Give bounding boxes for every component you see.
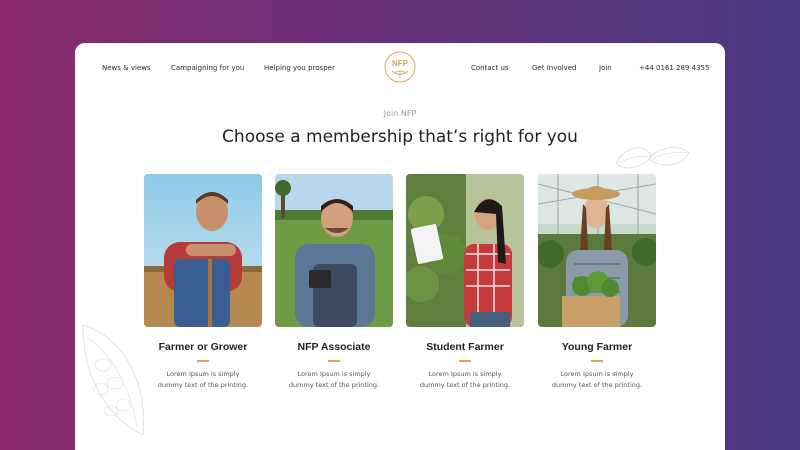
hero-eyebrow: Join NFP (383, 109, 417, 118)
nav-helping-prosper[interactable]: Helping you prosper (264, 64, 335, 72)
title-divider (459, 360, 471, 362)
nav-campaigning[interactable]: Campaigning for you (171, 64, 244, 72)
nav-contact-us[interactable]: Contact us (471, 64, 509, 72)
title-divider (197, 360, 209, 362)
card-title: Student Farmer (426, 341, 504, 353)
top-nav: News & views Campaigning for you Helping… (75, 43, 725, 93)
student-photo (406, 174, 524, 327)
card-title: NFP Associate (297, 341, 371, 353)
membership-card-student-farmer[interactable]: Student Farmer Lorem Ipsum is simply dum… (406, 174, 524, 391)
card-description: Lorem Ipsum is simply dummy text of the … (419, 370, 511, 389)
nfp-logo[interactable]: NFP (383, 51, 417, 83)
membership-card-farmer-grower[interactable]: Farmer or Grower Lorem Ipsum is simply d… (144, 174, 262, 391)
card-title: Farmer or Grower (158, 341, 248, 353)
nav-news-views[interactable]: News & views (102, 64, 151, 72)
cocoa-pod-decoration-icon (82, 324, 144, 436)
card-description: Lorem Ipsum is simply dummy text of the … (157, 370, 249, 389)
card-description: Lorem Ipsum is simply dummy text of the … (551, 370, 643, 389)
young-farmer-photo (538, 174, 656, 327)
nav-join[interactable]: Join (599, 64, 612, 72)
title-divider (328, 360, 340, 362)
membership-card-young-farmer[interactable]: Young Farmer Lorem Ipsum is simply dummy… (538, 174, 656, 391)
page-card: News & views Campaigning for you Helping… (75, 43, 725, 450)
card-description: Lorem Ipsum is simply dummy text of the … (288, 370, 380, 389)
associate-photo (275, 174, 393, 327)
card-title: Young Farmer (561, 341, 633, 353)
nav-get-involved[interactable]: Get Involved (532, 64, 576, 72)
nav-phone[interactable]: +44 0161 289 4355 (639, 64, 709, 72)
logo-text: NFP (392, 59, 409, 68)
membership-card-nfp-associate[interactable]: NFP Associate Lorem Ipsum is simply dumm… (275, 174, 393, 391)
farmer-photo (144, 174, 262, 327)
title-divider (591, 360, 603, 362)
